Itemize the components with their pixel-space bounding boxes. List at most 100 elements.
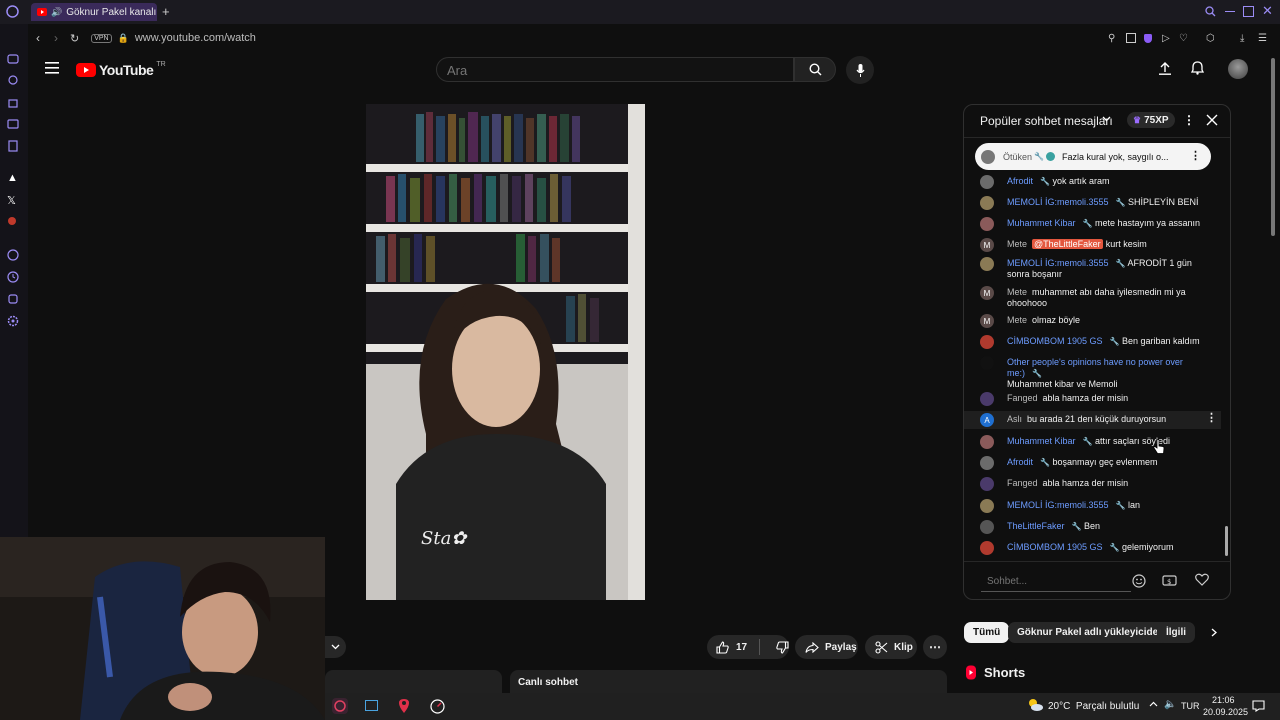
heart-icon[interactable]: ♡	[1179, 33, 1188, 44]
chat-input[interactable]	[981, 572, 1131, 592]
chip-from-uploader[interactable]: Göknur Pakel adlı yükleyiciden	[1008, 622, 1174, 643]
puzzle-icon[interactable]: ⬡	[1206, 33, 1215, 44]
page-scrollbar[interactable]	[1271, 58, 1275, 236]
bag-icon[interactable]	[7, 96, 20, 109]
chat-author-name[interactable]: Fanged	[1007, 478, 1038, 488]
chat-author-name[interactable]: Fanged	[1007, 393, 1038, 403]
pinned-message[interactable]: Ötüken 🔧 Fazla kural yok, saygılı o... ⋮	[975, 143, 1211, 170]
chat-author-name[interactable]: TheLittleFaker	[1007, 521, 1065, 531]
chips-next-chevron-icon[interactable]	[1211, 628, 1217, 637]
reload-icon[interactable]: ↻	[70, 32, 79, 45]
address-url[interactable]: www.youtube.com/watch	[135, 32, 256, 44]
browser-menu-icon[interactable]: ☰	[1258, 33, 1267, 44]
player-icon[interactable]	[7, 249, 20, 262]
search-tabs-icon[interactable]	[1205, 6, 1216, 17]
taskbar-app-4-icon[interactable]	[430, 699, 445, 714]
vpn-badge[interactable]: VPN	[91, 33, 112, 43]
new-tab-icon[interactable]: +	[162, 4, 170, 19]
notification-center-icon[interactable]	[1252, 700, 1265, 712]
wallet-icon[interactable]	[7, 118, 20, 131]
language-indicator[interactable]: TUR	[1181, 701, 1200, 711]
minimize-icon[interactable]	[1225, 11, 1235, 12]
chat-author-name[interactable]: Aslı	[1007, 414, 1022, 424]
dislike-button[interactable]	[766, 635, 789, 659]
clock-date[interactable]: 20.09.2025	[1203, 707, 1248, 717]
maximize-icon[interactable]	[1243, 6, 1254, 17]
more-actions-button[interactable]: ⋯	[923, 635, 947, 659]
tray-chevron-icon[interactable]	[1149, 701, 1158, 707]
clip-button[interactable]: Klip	[865, 635, 917, 659]
messenger-icon[interactable]	[7, 53, 20, 66]
x-twitter-icon[interactable]: 𝕏	[7, 194, 20, 207]
super-chat-icon[interactable]: $	[1162, 574, 1177, 587]
emoji-icon[interactable]	[1132, 574, 1146, 588]
forward-arrow-icon[interactable]: ›	[54, 31, 58, 45]
chat-author-avatar	[980, 435, 994, 449]
play-icon[interactable]: ▷	[1162, 33, 1170, 44]
screenshot-icon[interactable]	[1126, 33, 1136, 43]
account-avatar[interactable]	[1228, 59, 1248, 79]
weather-text[interactable]: 20°C Parçalı bulutlu	[1048, 701, 1139, 712]
chat-author-name[interactable]: MEMOLİ İG:memoli.3555	[1007, 197, 1109, 207]
speaker-icon[interactable]: 🔊	[51, 7, 62, 18]
show-support-heart-icon[interactable]	[1195, 573, 1209, 586]
notifications-bell-icon[interactable]	[1191, 61, 1204, 75]
back-arrow-icon[interactable]: ‹	[36, 31, 40, 45]
description-panel[interactable]	[325, 670, 502, 693]
hamburger-menu-icon[interactable]	[45, 62, 59, 74]
chat-mode-title[interactable]: Popüler sohbet mesajları	[980, 114, 1113, 128]
like-button[interactable]: 17	[707, 635, 753, 659]
chat-author-name[interactable]: Muhammet Kibar	[1007, 218, 1076, 228]
chat-author-name[interactable]: Mete	[1007, 239, 1027, 249]
notes-icon[interactable]	[7, 140, 20, 153]
chevron-down-icon[interactable]	[1102, 116, 1111, 122]
chat-more-options-icon[interactable]: ⋮	[1183, 113, 1195, 127]
live-chat-replay-panel[interactable]: Canlı sohbet	[510, 670, 947, 693]
close-window-icon[interactable]: ✕	[1262, 3, 1273, 19]
chat-author-name[interactable]: Afrodit	[1007, 176, 1033, 186]
chat-author-name[interactable]: Mete	[1007, 315, 1027, 325]
collapse-button[interactable]	[325, 636, 346, 658]
search-input[interactable]	[437, 58, 769, 83]
chat-message-text: kurt kesim	[1105, 239, 1147, 249]
chat-author-name[interactable]: Afrodit	[1007, 457, 1033, 467]
settings-gear-icon[interactable]	[7, 315, 20, 328]
browser-logo-icon[interactable]	[6, 5, 19, 18]
app-a-icon[interactable]: ▲	[7, 172, 20, 185]
taskbar-app-3-icon[interactable]	[398, 698, 410, 714]
extensions-icon[interactable]	[7, 293, 20, 306]
chat-mention[interactable]: @TheLittleFaker	[1032, 239, 1103, 249]
clock-time[interactable]: 21:06	[1212, 695, 1235, 705]
shield-icon[interactable]	[1144, 33, 1152, 43]
search-button[interactable]	[794, 57, 836, 82]
browser-tab[interactable]: 🔊 Göknur Pakel kanalı ca	[31, 3, 157, 21]
chip-related[interactable]: İlgili	[1157, 622, 1195, 643]
history-icon[interactable]	[7, 271, 20, 284]
pin-icon[interactable]: ⚲	[1108, 33, 1115, 44]
chat-author-name[interactable]: Muhammet Kibar	[1007, 436, 1076, 446]
xp-badge[interactable]: ♛ 75XP	[1127, 112, 1175, 128]
chip-all[interactable]: Tümü	[964, 622, 1010, 643]
weather-icon[interactable]	[1027, 698, 1044, 712]
share-button[interactable]: Paylaş	[795, 635, 858, 659]
chat-scrollbar[interactable]	[1225, 526, 1228, 556]
chat-message[interactable]: A Aslı bu arada 21 den küçük duruyorsun ⋮	[964, 411, 1221, 429]
video-player[interactable]: Sta✿	[366, 104, 645, 600]
refresh-sync-icon[interactable]	[7, 74, 20, 87]
youtube-logo[interactable]: YouTube TR	[76, 61, 166, 78]
chat-author-name[interactable]: CİMBOMBOM 1905 GS	[1007, 336, 1103, 346]
download-icon[interactable]: ⤓	[1240, 33, 1244, 44]
voice-search-button[interactable]	[846, 56, 874, 84]
close-chat-icon[interactable]	[1206, 114, 1218, 126]
chat-author-name[interactable]: Mete	[1007, 287, 1027, 297]
chat-author-name[interactable]: CİMBOMBOM 1905 GS	[1007, 542, 1103, 552]
volume-icon[interactable]: 🔈	[1164, 699, 1176, 710]
taskbar-app-1-icon[interactable]	[332, 698, 348, 714]
upload-icon[interactable]	[1159, 62, 1171, 75]
chat-author-name[interactable]: MEMOLİ İG:memoli.3555	[1007, 500, 1109, 510]
pinned-more-options-icon[interactable]: ⋮	[1190, 149, 1201, 162]
taskbar-app-2-icon[interactable]	[365, 700, 378, 711]
message-more-options-icon[interactable]: ⋮	[1206, 413, 1217, 424]
chat-author-name[interactable]: MEMOLİ İG:memoli.3555	[1007, 258, 1109, 268]
red-app-icon[interactable]	[7, 216, 20, 229]
